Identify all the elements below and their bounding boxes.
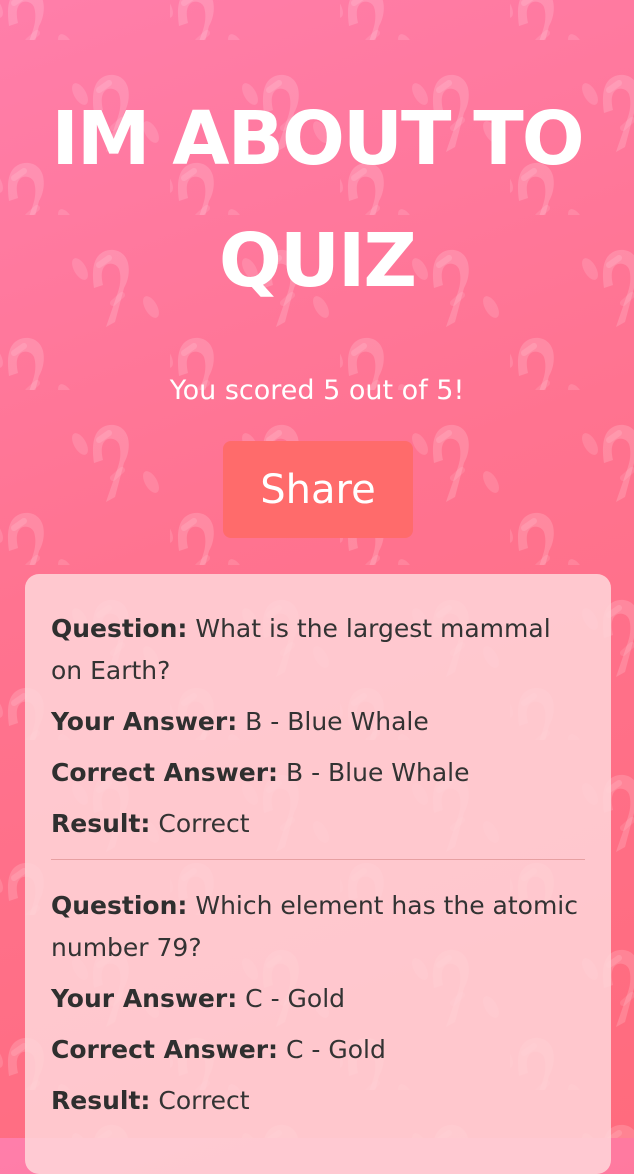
correct-answer-line: Correct Answer: C - Gold	[51, 1029, 585, 1071]
question-result-item: Question: Which element has the atomic n…	[51, 885, 585, 1122]
your-answer-value: B - Blue Whale	[245, 707, 429, 736]
your-answer-value: C - Gold	[245, 984, 346, 1013]
share-button[interactable]: Share	[223, 441, 413, 538]
correct-answer-line: Correct Answer: B - Blue Whale	[51, 752, 585, 794]
your-answer-label: Your Answer:	[51, 984, 238, 1013]
question-result-item: Question: What is the largest mammal on …	[51, 608, 585, 845]
question-label: Question:	[51, 614, 188, 643]
result-value: Correct	[158, 809, 250, 838]
your-answer-label: Your Answer:	[51, 707, 238, 736]
your-answer-line: Your Answer: B - Blue Whale	[51, 701, 585, 743]
result-value: Correct	[158, 1086, 250, 1115]
result-label: Result:	[51, 1086, 151, 1115]
result-divider	[51, 859, 585, 860]
correct-answer-value: C - Gold	[285, 1035, 386, 1064]
page-title: IM ABOUT TO QUIZ	[51, 96, 584, 304]
result-line: Result: Correct	[51, 803, 585, 845]
correct-answer-label: Correct Answer:	[51, 1035, 279, 1064]
result-line: Result: Correct	[51, 1080, 585, 1122]
result-label: Result:	[51, 809, 151, 838]
results-card: Question: What is the largest mammal on …	[25, 574, 611, 1174]
correct-answer-label: Correct Answer:	[51, 758, 279, 787]
score-text: You scored 5 out of 5!	[169, 375, 465, 406]
question-line: Question: What is the largest mammal on …	[51, 608, 585, 692]
question-line: Question: Which element has the atomic n…	[51, 885, 585, 969]
correct-answer-value: B - Blue Whale	[285, 758, 470, 787]
question-label: Question:	[51, 891, 188, 920]
your-answer-line: Your Answer: C - Gold	[51, 978, 585, 1020]
